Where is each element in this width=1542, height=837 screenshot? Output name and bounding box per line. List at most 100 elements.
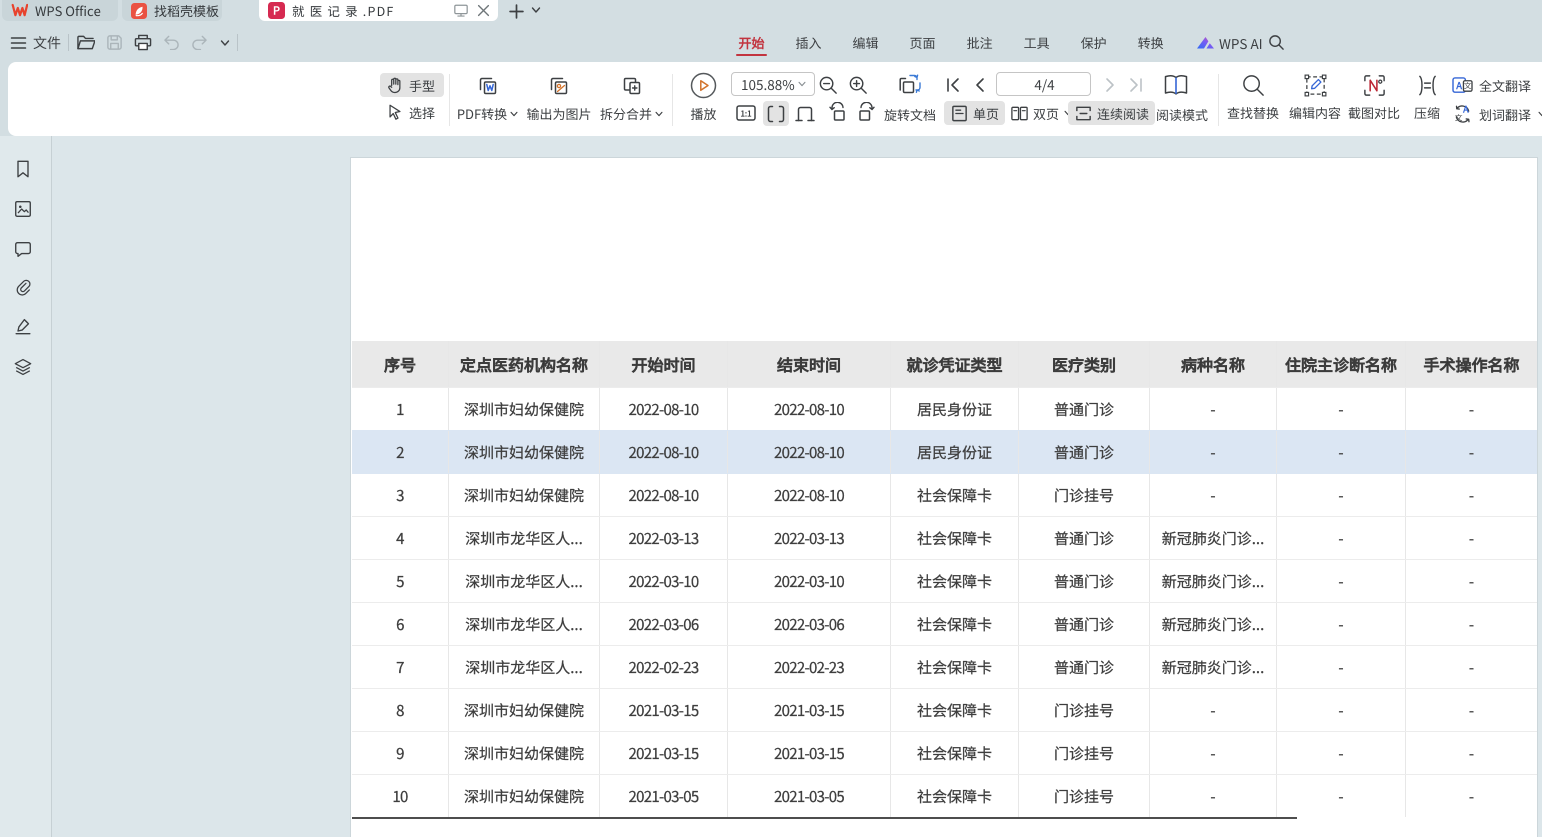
- attachment-icon[interactable]: [13, 277, 33, 297]
- table-row[interactable]: 7深圳市龙华区人...2022-02-232022-02-23社会保障卡普通门诊…: [352, 645, 1537, 688]
- menu-tab-tools[interactable]: 工具: [1008, 23, 1065, 62]
- pdf-page[interactable]: 序号定点医药机构名称开始时间结束时间就诊凭证类型医疗类别病种名称住院主诊断名称手…: [350, 157, 1538, 837]
- tab-label: 就 医 记 录 .PDF: [292, 1, 395, 20]
- table-row[interactable]: 5深圳市龙华区人...2022-03-102022-03-10社会保障卡普通门诊…: [352, 559, 1537, 602]
- menu-tab-convert[interactable]: 转换: [1122, 23, 1179, 62]
- tab-document[interactable]: P 就 医 记 录 .PDF: [259, 0, 498, 21]
- tab-docer[interactable]: 找稻壳模板: [122, 0, 222, 21]
- table-cell: 深圳市妇幼保健院: [449, 689, 600, 731]
- table-cell: 门诊挂号: [1019, 775, 1150, 817]
- screenshot-compare-button[interactable]: 截图对比: [1342, 73, 1406, 122]
- table-row[interactable]: 1深圳市妇幼保健院2022-08-102022-08-10居民身份证普通门诊--…: [352, 387, 1537, 430]
- reading-layout-icon[interactable]: [1160, 70, 1192, 100]
- zoom-out-button[interactable]: [816, 73, 840, 97]
- rotate-doc-button[interactable]: 旋转文档: [884, 105, 936, 124]
- table-header-row: 序号定点医药机构名称开始时间结束时间就诊凭证类型医疗类别病种名称住院主诊断名称手…: [352, 341, 1537, 387]
- file-menu-button[interactable]: 文件: [10, 23, 61, 62]
- previous-page-button[interactable]: [969, 74, 991, 96]
- export-image-button[interactable]: 输出为图片: [519, 73, 599, 123]
- rotate-left-button[interactable]: [824, 101, 850, 125]
- edit-content-button[interactable]: 编辑内容: [1283, 73, 1347, 122]
- menu-tab-comment[interactable]: 批注: [951, 23, 1008, 62]
- replace-page-button[interactable]: [894, 70, 924, 100]
- word-translate-button[interactable]: A文 划词翻译: [1452, 104, 1542, 124]
- split-merge-button[interactable]: 拆分合并: [592, 73, 672, 123]
- table-cell: 深圳市妇幼保健院: [449, 431, 600, 473]
- zoom-in-button[interactable]: [846, 73, 870, 97]
- column-header: 开始时间: [600, 341, 728, 387]
- play-label: 播放: [690, 104, 716, 123]
- redo-icon[interactable]: [191, 35, 208, 50]
- menu-tab-wps-ai[interactable]: WPS AI: [1196, 23, 1263, 62]
- undo-icon[interactable]: [163, 35, 180, 50]
- table-row[interactable]: 4深圳市龙华区人...2022-03-132022-03-13社会保障卡普通门诊…: [352, 516, 1537, 559]
- fit-page-button[interactable]: [793, 101, 817, 125]
- table-row[interactable]: 8深圳市妇幼保健院2021-03-152021-03-15社会保障卡门诊挂号--…: [352, 688, 1537, 731]
- table-cell: 新冠肺炎门诊...: [1150, 560, 1277, 602]
- zoom-level-select[interactable]: 105.88%: [731, 72, 815, 96]
- menu-tab-home[interactable]: 开始: [723, 23, 780, 62]
- thumbnail-icon[interactable]: [13, 199, 33, 219]
- bookmark-icon[interactable]: [13, 159, 33, 179]
- signature-icon[interactable]: [13, 316, 33, 336]
- layers-icon[interactable]: [13, 357, 33, 377]
- rotate-right-button[interactable]: [853, 101, 879, 125]
- table-row[interactable]: 10深圳市妇幼保健院2021-03-052021-03-05社会保障卡门诊挂号-…: [352, 774, 1537, 817]
- table-cell: 深圳市妇幼保健院: [449, 474, 600, 516]
- continuous-read-button[interactable]: 连续阅读: [1068, 101, 1155, 125]
- table-row[interactable]: 3深圳市妇幼保健院2022-08-102022-08-10社会保障卡门诊挂号--…: [352, 473, 1537, 516]
- table-cell: 门诊挂号: [1019, 689, 1150, 731]
- table-cell: 2022-02-23: [600, 646, 728, 688]
- svg-text:A: A: [1462, 104, 1469, 116]
- hand-tool-button[interactable]: 手型: [380, 73, 444, 97]
- menu-search-icon[interactable]: [1268, 34, 1285, 51]
- column-header: 病种名称: [1150, 341, 1277, 387]
- table-row[interactable]: 2深圳市妇幼保健院2022-08-102022-08-10居民身份证普通门诊--…: [352, 430, 1537, 473]
- pdf-convert-button[interactable]: PDF转换: [448, 73, 528, 123]
- table-row[interactable]: 9深圳市妇幼保健院2021-03-152021-03-15社会保障卡门诊挂号--…: [352, 731, 1537, 774]
- play-button[interactable]: 播放: [676, 72, 731, 123]
- menu-tab-page[interactable]: 页面: [894, 23, 951, 62]
- table-cell: 6: [352, 603, 449, 645]
- find-replace-button[interactable]: 查找替换: [1221, 73, 1285, 122]
- print-icon[interactable]: [134, 34, 152, 51]
- menu-tab-insert[interactable]: 插入: [780, 23, 837, 62]
- next-page-button[interactable]: [1099, 74, 1121, 96]
- quick-access-chevron-icon[interactable]: [219, 37, 231, 49]
- table-cell: 2021-03-05: [728, 775, 891, 817]
- monitor-icon[interactable]: [453, 3, 469, 18]
- table-cell: 社会保障卡: [891, 732, 1019, 774]
- close-tab-icon[interactable]: [477, 4, 490, 17]
- actual-size-button[interactable]: 1:1: [734, 101, 758, 125]
- comment-icon[interactable]: [13, 239, 33, 259]
- tab-wps-office[interactable]: WPS Office: [2, 0, 118, 21]
- last-page-button[interactable]: [1125, 74, 1147, 96]
- menu-tab-edit[interactable]: 编辑: [837, 23, 894, 62]
- export-image-label: 输出为图片: [526, 104, 591, 123]
- full-translate-button[interactable]: A文 全文翻译: [1452, 76, 1531, 95]
- fit-width-button[interactable]: [763, 101, 789, 126]
- wps-logo-icon: [11, 3, 28, 18]
- column-header: 住院主诊断名称: [1277, 341, 1406, 387]
- table-cell: -: [1277, 689, 1406, 731]
- tab-list-chevron-icon[interactable]: [530, 4, 542, 16]
- read-mode-button[interactable]: 阅读模式: [1156, 105, 1208, 124]
- wps-ai-logo-icon: [1196, 35, 1215, 51]
- first-page-button[interactable]: [942, 74, 964, 96]
- column-header: 医疗类别: [1019, 341, 1150, 387]
- column-header: 序号: [352, 341, 449, 387]
- new-tab-button[interactable]: [506, 2, 526, 20]
- save-icon[interactable]: [106, 34, 123, 51]
- table-row[interactable]: 6深圳市龙华区人...2022-03-062022-03-06社会保障卡普通门诊…: [352, 602, 1537, 645]
- ribbon-toolbar: 手型 选择 PDF转换 输出为图片 拆分合并 播放 105.88%: [8, 62, 1542, 136]
- open-folder-icon[interactable]: [76, 34, 95, 51]
- page-number-input[interactable]: 4/4: [996, 72, 1091, 96]
- table-cell: 2021-03-05: [600, 775, 728, 817]
- select-tool-button[interactable]: 选择: [380, 100, 444, 124]
- single-page-button[interactable]: 单页: [944, 101, 1005, 125]
- table-cell: -: [1406, 689, 1537, 731]
- compress-icon: [1415, 73, 1440, 98]
- compress-button[interactable]: 压缩: [1403, 73, 1451, 122]
- menu-tab-protect[interactable]: 保护: [1065, 23, 1122, 62]
- table-cell: 2021-03-15: [728, 689, 891, 731]
